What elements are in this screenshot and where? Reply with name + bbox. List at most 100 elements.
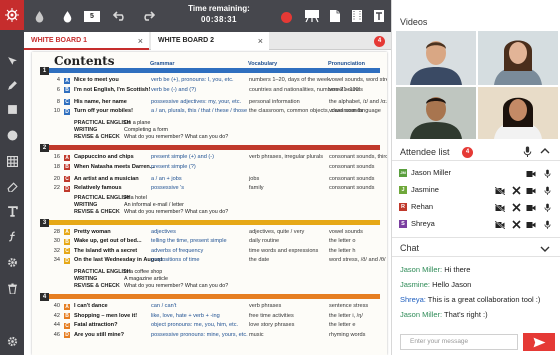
chat-input[interactable]: Enter your message: [400, 334, 518, 350]
lesson-vocabulary: jobs: [249, 175, 260, 182]
send-button[interactable]: [523, 333, 555, 351]
attendee-row[interactable]: R Rehan: [392, 199, 560, 214]
lesson-row: 22 D Relatively famous possessive 's family c…: [44, 184, 384, 193]
pen-tool-icon[interactable]: [3, 76, 21, 94]
eraser-tool-icon[interactable]: [3, 177, 21, 195]
lesson-title: When Natasha meets Darren...: [74, 163, 155, 170]
chat-sender: Jason Miller:: [400, 310, 443, 319]
lesson-title: Shopping – men love it!: [74, 312, 138, 319]
video-tile-shreya[interactable]: [478, 87, 558, 139]
lesson-vocabulary: free time activities: [249, 312, 294, 319]
page-number-field[interactable]: 5: [84, 11, 100, 22]
lesson-title: Fatal attraction?: [74, 322, 118, 328]
circle-tool-icon[interactable]: [3, 126, 21, 144]
section-value: An informal e-mail / letter: [124, 201, 184, 208]
section-label: WRITING: [74, 127, 98, 133]
whiteboard-tabs: WHITE BOARD 1 × WHITE BOARD 2 × 4: [24, 32, 391, 50]
rectangle-tool-icon[interactable]: [3, 100, 21, 118]
fill-drop-icon[interactable]: [60, 6, 74, 26]
attendee-name: Jasmine: [411, 185, 439, 194]
lesson-grammar: adverbs of frequency: [151, 247, 204, 254]
tab-count-badge[interactable]: 4: [374, 36, 385, 47]
attendee-row[interactable]: J Jasmine: [392, 182, 560, 197]
chat-sender: Shreya:: [400, 295, 426, 304]
whiteboard-icon[interactable]: [303, 6, 321, 26]
undo-icon[interactable]: [112, 6, 128, 26]
attendee-list-header[interactable]: Attendee list 4: [392, 143, 560, 161]
text-tool-icon[interactable]: [3, 202, 21, 220]
trash-tool-icon[interactable]: [3, 279, 21, 297]
camera-icon[interactable]: [526, 219, 536, 229]
video-tile-jason[interactable]: [396, 31, 476, 85]
video-file-icon[interactable]: [350, 6, 364, 26]
chat-header[interactable]: Chat: [392, 237, 560, 257]
chevron-down-icon[interactable]: [540, 245, 550, 255]
lesson-title: Relatively famous: [74, 185, 122, 191]
table-tool-icon[interactable]: [3, 152, 21, 170]
settings-tool-icon[interactable]: [3, 253, 21, 271]
microphone-icon[interactable]: [544, 168, 554, 178]
page-title: Contents: [54, 54, 115, 68]
lesson-page: 42: [53, 312, 60, 319]
whiteboard-canvas[interactable]: Contents Grammar Vocabulary Pronunciatio…: [24, 50, 391, 355]
close-icon[interactable]: ×: [258, 32, 263, 50]
lesson-letter: A: [64, 303, 70, 310]
attendee-initial-badge: S: [399, 220, 407, 228]
section-label: PRACTICAL ENGLISH: [74, 120, 131, 126]
attendee-row[interactable]: S Shreya: [392, 216, 560, 231]
lesson-pronunciation: rhyming words: [329, 331, 366, 338]
lesson-row: 34 D On the last Wednesday in August prepos…: [44, 256, 386, 265]
lesson-page: 28: [53, 228, 60, 235]
column-header-grammar: Grammar: [150, 61, 175, 67]
section-label: REVISE & CHECK: [74, 208, 120, 215]
microphone-icon[interactable]: [523, 146, 532, 159]
lesson-pronunciation: consonant sounds: [329, 163, 375, 170]
lesson-pronunciation: sentence stress: [329, 303, 369, 309]
lesson-page: 34: [53, 257, 60, 263]
lesson-letter: A: [64, 229, 70, 235]
microphone-icon[interactable]: [544, 219, 554, 229]
tab-whiteboard-1[interactable]: WHITE BOARD 1 ×: [24, 32, 149, 50]
screen-share-off-icon[interactable]: [494, 202, 506, 213]
microphone-icon[interactable]: [544, 185, 554, 195]
section-value: At a hotel: [124, 194, 147, 201]
camera-icon[interactable]: [526, 185, 536, 195]
lesson-grammar: telling the time, present simple: [151, 238, 227, 244]
chat-message: Jasmine: Hello Jason: [400, 280, 558, 290]
lesson-pronunciation: the letter i, /ŋ/: [329, 312, 363, 319]
close-icon[interactable]: ×: [138, 32, 143, 50]
microphone-icon[interactable]: [544, 202, 554, 212]
formula-tool-icon[interactable]: [3, 227, 21, 245]
lesson-page: 30: [53, 238, 60, 244]
remove-tools-icon[interactable]: [512, 202, 522, 212]
document-icon[interactable]: [328, 6, 342, 26]
record-icon[interactable]: [281, 12, 292, 23]
tab-whiteboard-2[interactable]: WHITE BOARD 2 ×: [151, 32, 269, 50]
attendee-row[interactable]: JM Jason Miller: [392, 165, 560, 180]
lesson-letter: D: [64, 185, 70, 192]
video-tile-jasmine[interactable]: [478, 31, 558, 85]
lesson-grammar: verb be (-) and (?): [151, 86, 197, 93]
text-document-icon[interactable]: [372, 6, 386, 26]
lesson-grammar: present simple (+) and (-): [151, 154, 214, 160]
camera-icon[interactable]: [526, 202, 536, 212]
lesson-title: I can't dance: [74, 303, 108, 309]
camera-icon[interactable]: [526, 168, 536, 178]
remove-tools-icon[interactable]: [512, 185, 522, 195]
lesson-pronunciation: consonant sounds: [329, 175, 375, 182]
redo-icon[interactable]: [140, 6, 156, 26]
chevron-up-icon[interactable]: [540, 147, 550, 157]
lesson-row: 44 C Fatal attraction? object pronouns: me,…: [44, 321, 384, 330]
video-tile-rehan[interactable]: [396, 87, 476, 139]
lesson-grammar: prepositions of time: [151, 257, 200, 263]
lesson-letter: D: [64, 257, 70, 264]
lesson-vocabulary: time words and expressions: [249, 247, 319, 254]
lesson-page: 32: [53, 247, 60, 254]
remove-tools-icon[interactable]: [512, 219, 522, 229]
gear-icon[interactable]: [3, 332, 21, 350]
screen-share-off-icon[interactable]: [494, 185, 506, 196]
chat-text: That's right :): [442, 310, 488, 319]
pointer-tool-icon[interactable]: [3, 52, 21, 70]
ink-drop-icon[interactable]: [32, 6, 46, 26]
screen-share-off-icon[interactable]: [494, 219, 506, 230]
